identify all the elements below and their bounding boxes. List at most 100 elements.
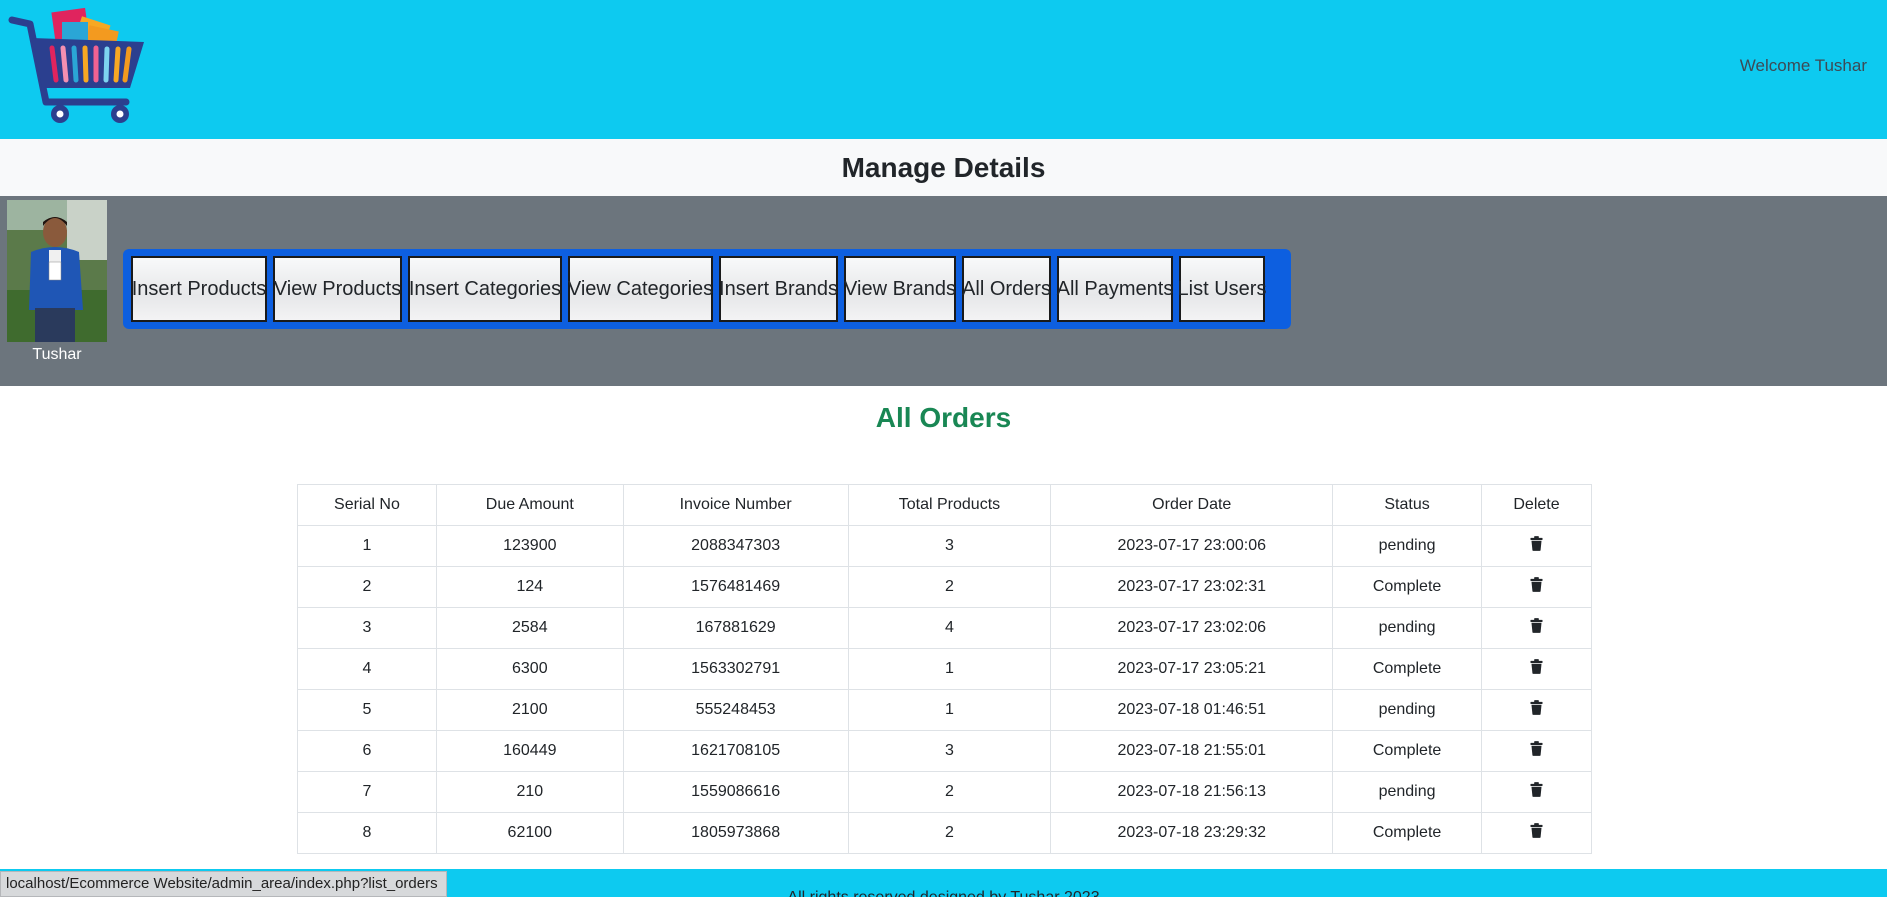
admin-profile: Tushar <box>7 200 107 364</box>
cell-products: 3 <box>847 730 1052 772</box>
cell-due: 2100 <box>435 689 624 731</box>
trash-icon[interactable] <box>1530 700 1543 720</box>
cell-invoice: 1805973868 <box>622 812 849 854</box>
header: Welcome Tushar <box>0 0 1887 139</box>
all-orders-button[interactable]: All Orders <box>962 256 1051 322</box>
cell-delete <box>1481 607 1592 649</box>
cell-date: 2023-07-17 23:05:21 <box>1050 648 1334 690</box>
column-header: Delete <box>1481 484 1592 526</box>
cell-invoice: 1621708105 <box>622 730 849 772</box>
cell-products: 1 <box>847 648 1052 690</box>
insert-brands-button[interactable]: Insert Brands <box>719 256 838 322</box>
cell-serial: 1 <box>297 525 437 567</box>
all-payments-button[interactable]: All Payments <box>1057 256 1173 322</box>
cell-invoice: 167881629 <box>622 607 849 649</box>
trash-icon[interactable] <box>1530 659 1543 679</box>
table-header-row: Serial No Due Amount Invoice Number Tota… <box>297 484 1592 526</box>
cell-due: 6300 <box>435 648 624 690</box>
orders-table: Serial No Due Amount Invoice Number Tota… <box>297 484 1592 854</box>
cell-due: 124 <box>435 566 624 608</box>
cell-delete <box>1481 525 1592 567</box>
cell-invoice: 1576481469 <box>622 566 849 608</box>
view-brands-button[interactable]: View Brands <box>844 256 956 322</box>
cell-due: 123900 <box>435 525 624 567</box>
cell-products: 4 <box>847 607 1052 649</box>
cell-serial: 4 <box>297 648 437 690</box>
admin-avatar <box>7 200 107 342</box>
cell-delete <box>1481 771 1592 813</box>
view-categories-button[interactable]: View Categories <box>568 256 713 322</box>
trash-icon[interactable] <box>1530 741 1543 761</box>
cell-status: Complete <box>1332 566 1483 608</box>
cell-status: pending <box>1332 771 1483 813</box>
admin-name: Tushar <box>32 346 82 363</box>
cell-status: Complete <box>1332 648 1483 690</box>
cell-invoice: 1559086616 <box>622 771 849 813</box>
cell-serial: 7 <box>297 771 437 813</box>
cell-products: 2 <box>847 566 1052 608</box>
cell-invoice: 2088347303 <box>622 525 849 567</box>
trash-icon[interactable] <box>1530 618 1543 638</box>
table-row: 3 2584 167881629 4 2023-07-17 23:02:06 pendin… <box>297 607 1592 649</box>
table-row: 8 62100 1805973868 2 2023-07-18 23:29:32 Comp… <box>297 812 1592 854</box>
cell-status: pending <box>1332 607 1483 649</box>
cell-delete <box>1481 648 1592 690</box>
column-header: Due Amount <box>435 484 624 526</box>
cell-delete <box>1481 730 1592 772</box>
manage-details-bar: Manage Details <box>0 139 1887 196</box>
cell-products: 1 <box>847 689 1052 731</box>
cell-products: 3 <box>847 525 1052 567</box>
cell-due: 160449 <box>435 730 624 772</box>
admin-bar: Tushar Insert Products View Products Ins… <box>0 196 1887 386</box>
shopping-cart-logo[interactable] <box>8 6 148 128</box>
cell-serial: 5 <box>297 689 437 731</box>
welcome-text: Welcome Tushar <box>1739 56 1867 75</box>
insert-categories-button[interactable]: Insert Categories <box>408 256 562 322</box>
cell-invoice: 555248453 <box>622 689 849 731</box>
table-row: 1 123900 2088347303 3 2023-07-17 23:00:06 pen… <box>297 525 1592 567</box>
cell-status: pending <box>1332 689 1483 731</box>
insert-products-button[interactable]: Insert Products <box>131 256 267 322</box>
column-header: Serial No <box>297 484 437 526</box>
cell-products: 2 <box>847 812 1052 854</box>
cell-status: Complete <box>1332 812 1483 854</box>
trash-icon[interactable] <box>1530 823 1543 843</box>
table-row: 2 124 1576481469 2 2023-07-17 23:02:31 Comple… <box>297 566 1592 608</box>
list-users-button[interactable]: List Users <box>1178 256 1266 322</box>
table-row: 6 160449 1621708105 3 2023-07-18 21:55:01 Com… <box>297 730 1592 772</box>
cell-serial: 6 <box>297 730 437 772</box>
table-row: 5 2100 555248453 1 2023-07-18 01:46:51 pendin… <box>297 689 1592 731</box>
cell-products: 2 <box>847 771 1052 813</box>
cell-serial: 3 <box>297 607 437 649</box>
cell-date: 2023-07-18 21:55:01 <box>1050 730 1334 772</box>
section-title: All Orders <box>875 402 1012 433</box>
admin-nav: Insert Products View Products Insert Cat… <box>123 249 1291 329</box>
cell-due: 210 <box>435 771 624 813</box>
cell-date: 2023-07-18 23:29:32 <box>1050 812 1334 854</box>
cell-serial: 2 <box>297 566 437 608</box>
table-row: 4 6300 1563302791 1 2023-07-17 23:05:21 Compl… <box>297 648 1592 690</box>
table-row: 7 210 1559086616 2 2023-07-18 21:56:13 pendin… <box>297 771 1592 813</box>
cell-date: 2023-07-17 23:02:06 <box>1050 607 1334 649</box>
view-products-button[interactable]: View Products <box>273 256 402 322</box>
page-title: Manage Details <box>841 151 1046 183</box>
column-header: Invoice Number <box>622 484 849 526</box>
column-header: Total Products <box>847 484 1052 526</box>
cell-date: 2023-07-17 23:02:31 <box>1050 566 1334 608</box>
browser-status-bar: localhost/Ecommerce Website/admin_area/i… <box>0 871 447 897</box>
column-header: Order Date <box>1050 484 1334 526</box>
cell-date: 2023-07-18 01:46:51 <box>1050 689 1334 731</box>
column-header: Status <box>1332 484 1483 526</box>
cell-date: 2023-07-18 21:56:13 <box>1050 771 1334 813</box>
trash-icon[interactable] <box>1530 782 1543 802</box>
trash-icon[interactable] <box>1530 577 1543 597</box>
cell-serial: 8 <box>297 812 437 854</box>
cell-status: Complete <box>1332 730 1483 772</box>
cell-delete <box>1481 689 1592 731</box>
cell-due: 2584 <box>435 607 624 649</box>
cell-status: pending <box>1332 525 1483 567</box>
cell-delete <box>1481 812 1592 854</box>
cell-date: 2023-07-17 23:00:06 <box>1050 525 1334 567</box>
trash-icon[interactable] <box>1530 536 1543 556</box>
cell-delete <box>1481 566 1592 608</box>
